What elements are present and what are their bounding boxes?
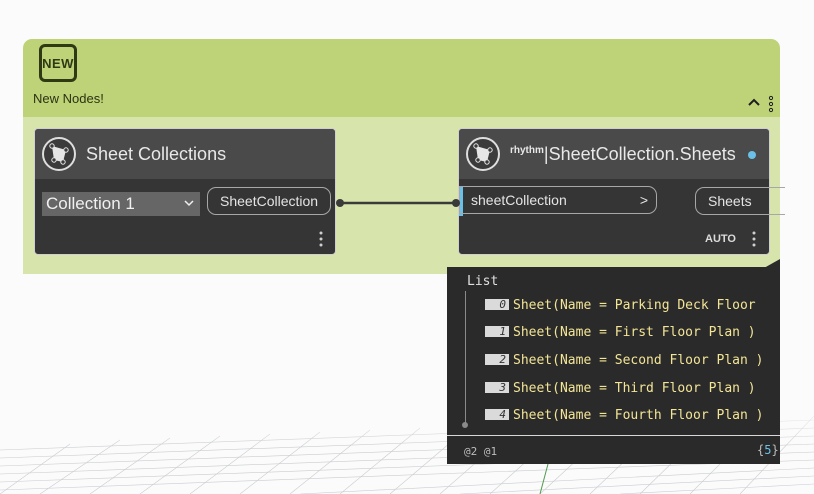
preview-divider bbox=[447, 435, 780, 436]
list-item-value: Sheet(Name = Third Floor Plan ) bbox=[513, 381, 756, 396]
list-item[interactable]: 2 Sheet(Name = Second Floor Plan ) bbox=[485, 349, 764, 368]
list-index-badge: 2 bbox=[485, 354, 509, 365]
list-item-value: Sheet(Name = First Floor Plan ) bbox=[513, 325, 756, 340]
input-port-sheetcollection[interactable]: sheetCollection > bbox=[459, 186, 657, 214]
list-index-badge: 3 bbox=[485, 382, 509, 393]
node-header[interactable]: rhythm|SheetCollection.Sheets bbox=[459, 129, 769, 179]
output-port-sheets[interactable]: Sheets bbox=[695, 187, 785, 215]
lacing-label[interactable]: AUTO bbox=[705, 233, 736, 245]
input-port-chevron[interactable]: > bbox=[640, 187, 648, 213]
new-badge: NEW bbox=[39, 44, 77, 82]
dynamo-node-icon bbox=[42, 137, 76, 171]
node-title-text: |SheetCollection.Sheets bbox=[543, 144, 736, 164]
list-item-value: Sheet(Name = Parking Deck Floor bbox=[513, 298, 756, 313]
status-dot-icon bbox=[748, 151, 756, 159]
tree-end-dot bbox=[462, 422, 468, 428]
count-brace-close: } bbox=[771, 443, 779, 457]
list-item-value: Sheet(Name = Second Floor Plan ) bbox=[513, 353, 764, 368]
node-title[interactable]: rhythm|SheetCollection.Sheets bbox=[510, 144, 736, 165]
list-item[interactable]: 0 Sheet(Name = Parking Deck Floor bbox=[485, 294, 756, 313]
sheetcollection-sheets-node[interactable]: rhythm|SheetCollection.Sheets sheetColle… bbox=[458, 128, 785, 255]
node-title-prefix: rhythm bbox=[510, 145, 544, 156]
tree-line bbox=[465, 291, 466, 424]
list-item[interactable]: 3 Sheet(Name = Third Floor Plan ) bbox=[485, 377, 756, 396]
group-header[interactable]: NEW New Nodes! bbox=[23, 39, 780, 117]
node-menu-dots-icon[interactable] bbox=[319, 231, 323, 247]
list-item[interactable]: 1 Sheet(Name = First Floor Plan ) bbox=[485, 321, 756, 340]
input-port-label: sheetCollection bbox=[471, 192, 567, 208]
dynamo-node-icon bbox=[466, 137, 500, 171]
list-count: {5} bbox=[757, 443, 779, 457]
chevron-down-icon bbox=[184, 200, 194, 207]
list-index-badge: 0 bbox=[485, 299, 509, 310]
dropdown-value: Collection 1 bbox=[46, 194, 135, 213]
workspace-canvas[interactable]: NEW New Nodes! Sheet Collections Collect… bbox=[0, 0, 814, 494]
group-menu-dots-icon[interactable] bbox=[767, 95, 775, 113]
node-menu-dots-icon[interactable] bbox=[752, 231, 756, 247]
list-item[interactable]: 4 Sheet(Name = Fourth Floor Plan ) bbox=[485, 404, 764, 423]
list-levels-label[interactable]: @2 @1 bbox=[464, 445, 497, 458]
group-title[interactable]: New Nodes! bbox=[33, 91, 104, 106]
data-preview-bubble[interactable]: List 0 Sheet(Name = Parking Deck Floor 1S… bbox=[447, 267, 780, 464]
collection-dropdown[interactable]: Collection 1 bbox=[42, 192, 200, 216]
node-header[interactable]: Sheet Collections bbox=[35, 129, 335, 179]
list-index-badge: 1 bbox=[485, 326, 509, 337]
preview-root-label: List bbox=[467, 274, 499, 289]
chevron-up-icon[interactable] bbox=[747, 96, 761, 108]
node-title[interactable]: Sheet Collections bbox=[86, 144, 226, 165]
list-index-badge: 4 bbox=[485, 409, 509, 420]
list-item-value: Sheet(Name = Fourth Floor Plan ) bbox=[513, 408, 764, 423]
sheet-collections-node[interactable]: Sheet Collections Collection 1 SheetColl… bbox=[34, 128, 336, 255]
output-port-sheetcollection[interactable]: SheetCollection bbox=[207, 187, 331, 215]
